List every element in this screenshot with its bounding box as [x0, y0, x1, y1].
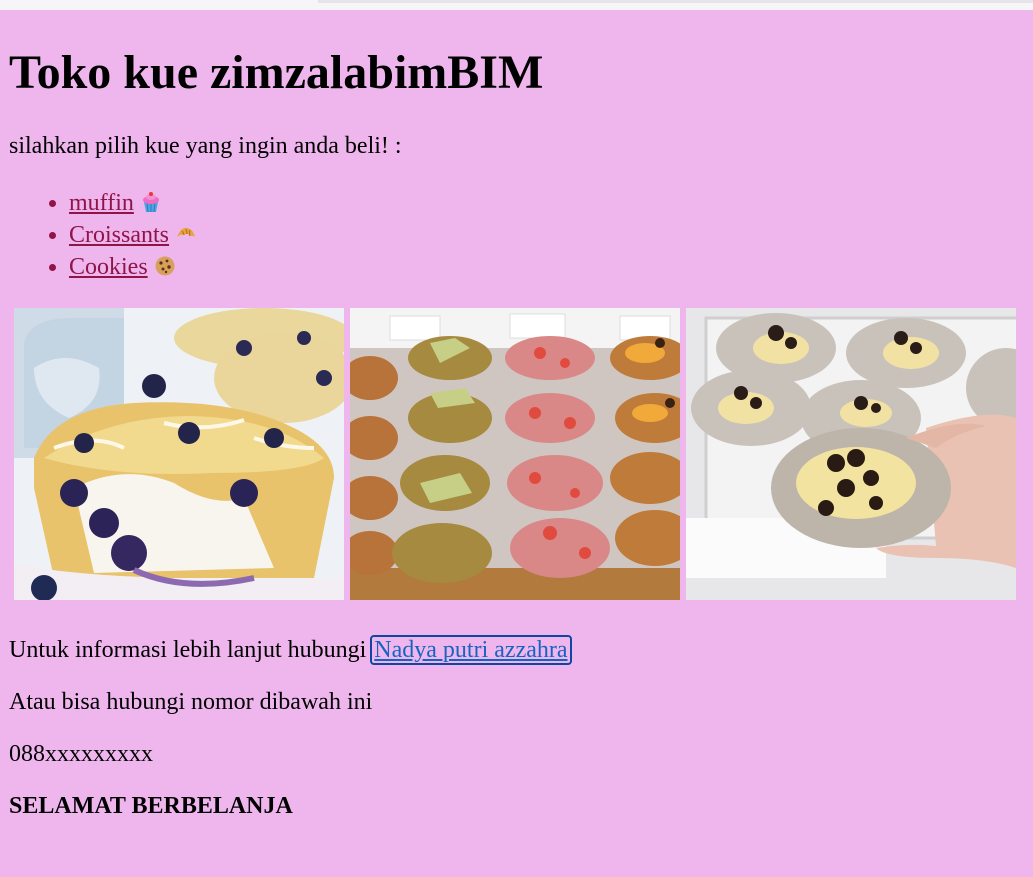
- intro-text: silahkan pilih kue yang ingin anda beli!…: [9, 133, 402, 159]
- croissants-link-label: Croissants: [69, 222, 170, 248]
- list-item: Cookies: [69, 251, 197, 283]
- browser-top-strip: [0, 0, 1033, 10]
- muffin-link-label: muffin: [69, 190, 134, 216]
- cake-menu-list: muffin Croissants Cookies: [0, 187, 197, 283]
- contact-paragraph: Untuk informasi lebih lanjut hubungi Nad…: [9, 635, 572, 665]
- browser-tab-edge: [318, 0, 1033, 3]
- phone-number: 088xxxxxxxxx: [9, 741, 153, 767]
- croissants-link[interactable]: Croissants: [69, 222, 197, 248]
- list-item: muffin: [69, 187, 197, 219]
- croissants-photo: [350, 308, 680, 600]
- muffin-link[interactable]: muffin: [69, 190, 162, 216]
- alternative-contact-text: Atau bisa hubungi nomor dibawah ini: [9, 689, 373, 715]
- cookies-photo: [686, 308, 1016, 600]
- contact-text: Untuk informasi lebih lanjut hubungi: [9, 637, 367, 663]
- cookies-link[interactable]: Cookies: [69, 254, 176, 280]
- cookies-link-label: Cookies: [69, 254, 148, 280]
- list-item: Croissants: [69, 219, 197, 251]
- page-title: Toko kue zimzalabimBIM: [9, 46, 544, 99]
- contact-person-link[interactable]: Nadya putri azzahra: [370, 635, 572, 665]
- muffin-photo: [14, 308, 344, 600]
- croissant-icon: [177, 227, 196, 237]
- closing-message: SELAMAT BERBELANJA: [9, 793, 293, 819]
- cupcake-icon: [142, 192, 159, 213]
- cookie-icon: [155, 256, 175, 276]
